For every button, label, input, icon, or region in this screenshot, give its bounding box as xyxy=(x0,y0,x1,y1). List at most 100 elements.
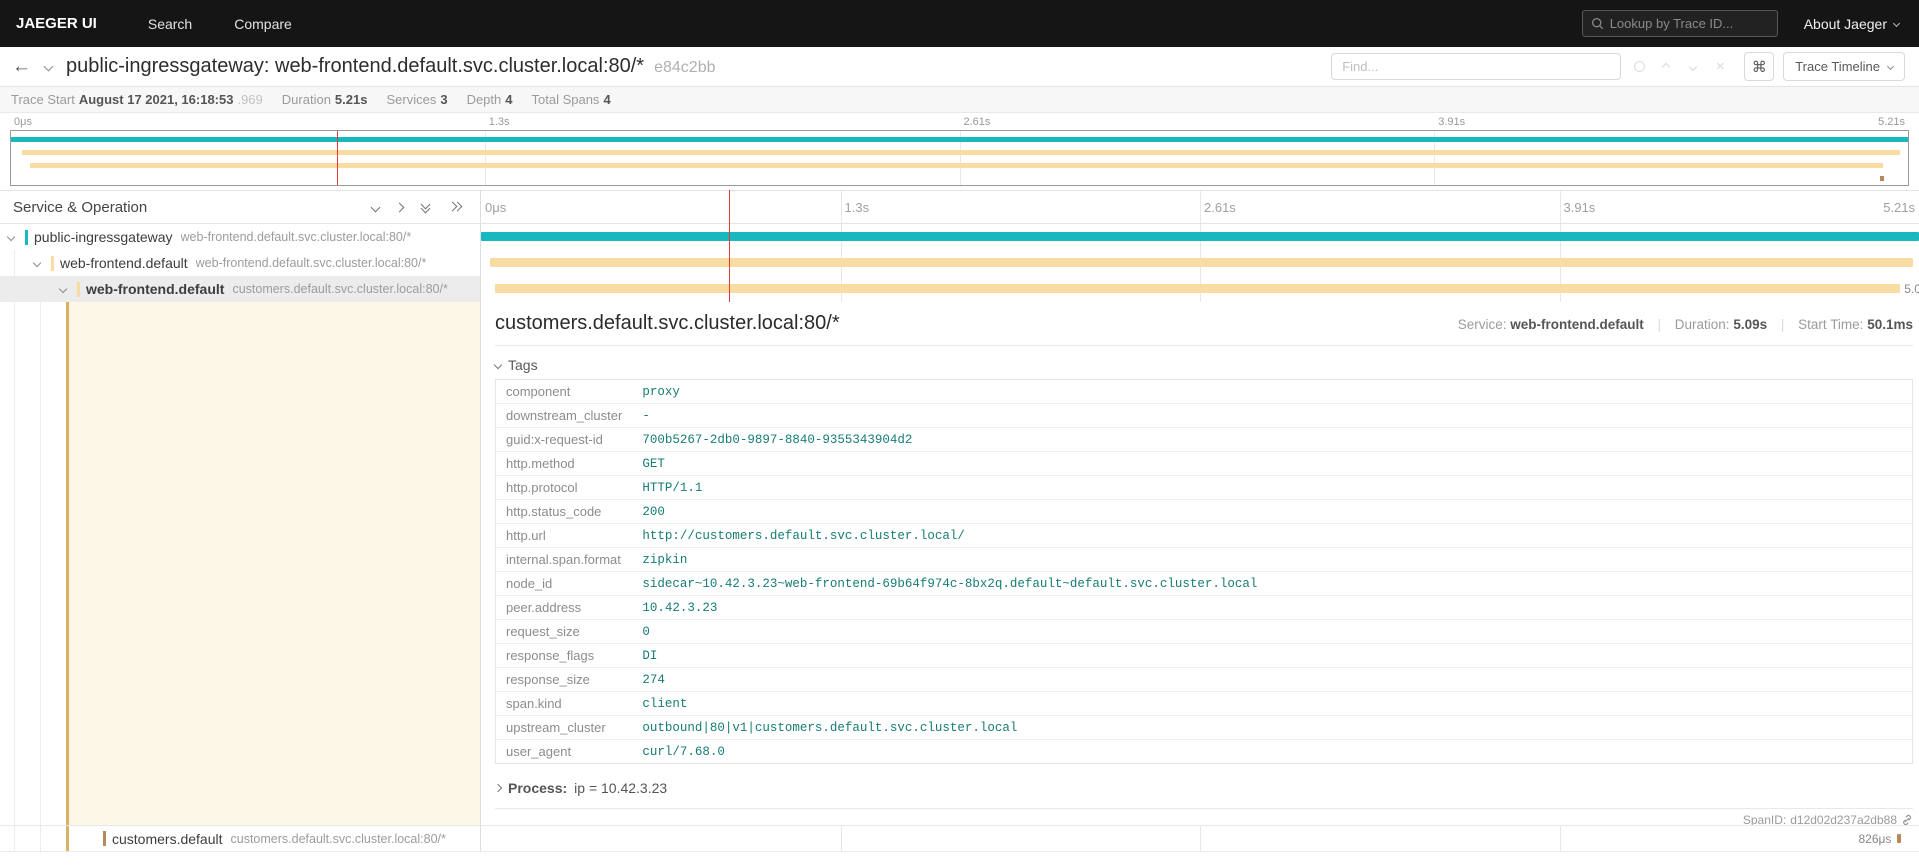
expand-one-button[interactable] xyxy=(370,202,381,212)
tag-key: internal.span.format xyxy=(495,547,633,572)
span-duration-bar[interactable] xyxy=(495,284,1901,293)
chevron-down-icon xyxy=(370,202,381,212)
process-accordion-header[interactable]: Process: ip = 10.42.3.23 xyxy=(493,776,1913,800)
tag-key: node_id xyxy=(495,571,633,596)
total-spans-item: Total Spans 4 xyxy=(531,92,611,107)
span-operation-name: web-frontend.default.svc.cluster.local:8… xyxy=(195,256,427,270)
tag-value: 10.42.3.23 xyxy=(632,595,1913,620)
timeline-header-row: Service & Operation 0μs 1.3s 2.61s 3.91s 5.2… xyxy=(0,190,1919,224)
tag-value: 200 xyxy=(632,499,1913,524)
find-status-icon xyxy=(1630,58,1648,76)
deep-link-icon[interactable] xyxy=(1901,814,1913,825)
collapse-one-button[interactable] xyxy=(394,202,405,212)
trace-start-item: Trace Start August 17 2021, 16:18:53.969 xyxy=(11,92,263,107)
span-row[interactable]: web-frontend.default customers.default.sv… xyxy=(0,276,1919,302)
tag-row: http.method GET xyxy=(495,451,1913,476)
span-duration-bar[interactable] xyxy=(489,258,1914,267)
tag-value: outbound|80|v1|customers.default.svc.clu… xyxy=(632,715,1913,740)
indent-guide xyxy=(66,826,69,851)
span-service-name: web-frontend.default xyxy=(60,255,188,271)
nav-item-compare[interactable]: Compare xyxy=(213,0,313,47)
tag-key: peer.address xyxy=(495,595,633,620)
tag-value: - xyxy=(632,403,1913,428)
tag-key: http.method xyxy=(495,451,633,476)
indent-guide xyxy=(14,826,15,851)
trace-timeline-viewer: Service & Operation 0μs 1.3s 2.61s 3.91s 5.2… xyxy=(0,190,1919,852)
minimap-canvas[interactable] xyxy=(10,130,1909,186)
tag-key: component xyxy=(495,379,633,404)
span-detail-title: customers.default.svc.cluster.local:80/* xyxy=(495,312,840,334)
trace-page-header: ← public-ingressgateway: web-frontend.de… xyxy=(0,47,1919,87)
span-service-name: public-ingressgateway xyxy=(34,229,173,245)
minimap-span-bar xyxy=(29,163,1884,168)
span-row[interactable]: web-frontend.default web-frontend.default… xyxy=(0,250,1919,276)
trace-view-dropdown[interactable]: Trace Timeline xyxy=(1783,52,1905,81)
span-row[interactable]: public-ingressgateway web-frontend.defaul… xyxy=(0,224,1919,250)
keyboard-shortcuts-button[interactable]: ⌘ xyxy=(1744,52,1775,81)
tag-key: guid:x-request-id xyxy=(495,427,633,452)
minimap-span-bar xyxy=(22,150,1901,155)
about-jaeger-menu[interactable]: About Jaeger xyxy=(1804,16,1901,32)
span-detail-meta: Service: web-frontend.default | Duration… xyxy=(1457,317,1913,332)
top-nav: JAEGER UI Search Compare About Jaeger xyxy=(0,0,1919,47)
trace-lookup-input[interactable] xyxy=(1609,16,1769,31)
tag-row: http.status_code 200 xyxy=(495,499,1913,524)
services-item: Services 3 xyxy=(386,92,448,107)
time-tick-label: 2.61s xyxy=(963,116,991,128)
span-duration-bar[interactable] xyxy=(1897,834,1902,843)
depth-item: Depth 4 xyxy=(466,92,513,107)
nav-item-search[interactable]: Search xyxy=(127,0,213,47)
tag-value: sidecar~10.42.3.23~web-frontend-69b64f97… xyxy=(632,571,1913,596)
tag-row: peer.address 10.42.3.23 xyxy=(495,595,1913,620)
tag-value: proxy xyxy=(632,379,1913,404)
tag-value: 0 xyxy=(632,619,1913,644)
tag-key: response_size xyxy=(495,667,633,692)
search-icon xyxy=(1591,17,1603,30)
chevron-down-icon xyxy=(1892,19,1901,28)
expand-all-button[interactable] xyxy=(420,199,432,214)
tag-row: response_flags DI xyxy=(495,643,1913,668)
trace-lookup-box[interactable] xyxy=(1581,10,1778,37)
timeline-ruler[interactable]: 0μs 1.3s 2.61s 3.91s 5.21s xyxy=(481,191,1919,223)
tag-key: http.protocol xyxy=(495,475,633,500)
minimap-span-bar xyxy=(11,137,1908,142)
time-tick-label: 3.91s xyxy=(1563,200,1596,215)
tag-key: http.url xyxy=(495,523,633,548)
collapse-all-button[interactable] xyxy=(447,201,463,213)
trace-title: public-ingressgateway: web-frontend.defa… xyxy=(66,55,716,77)
find-clear-button[interactable]: × xyxy=(1711,58,1729,76)
back-button[interactable]: ← xyxy=(12,57,31,76)
row-caret-icon[interactable] xyxy=(6,232,21,242)
timeline-cursor-line xyxy=(729,190,730,302)
tag-value: 700b5267-2db0-9897-8840-9355343904d2 xyxy=(632,427,1913,452)
span-row[interactable]: customers.default customers.default.svc.c… xyxy=(0,826,1919,852)
chevron-down-icon xyxy=(43,61,54,72)
chevron-down-icon xyxy=(1688,62,1698,71)
tag-row: node_id sidecar~10.42.3.23~web-frontend-6… xyxy=(495,571,1913,596)
indent-guide xyxy=(40,302,41,825)
tag-value: GET xyxy=(632,451,1913,476)
tag-row: http.protocol HTTP/1.1 xyxy=(495,475,1913,500)
find-input[interactable] xyxy=(1331,53,1622,80)
span-duration-bar[interactable] xyxy=(481,232,1919,241)
tag-key: request_size xyxy=(495,619,633,644)
row-caret-icon[interactable] xyxy=(32,258,47,268)
span-detail-panel: customers.default.svc.cluster.local:80/*… xyxy=(481,302,1919,825)
tag-key: span.kind xyxy=(495,691,633,716)
span-service-name: customers.default xyxy=(112,830,223,847)
indent-guide xyxy=(40,276,41,302)
find-next-button[interactable] xyxy=(1684,58,1702,76)
span-id-value: d12d02d237a2db88 xyxy=(1790,813,1897,825)
header-collapse-toggle[interactable] xyxy=(43,61,54,72)
find-prev-button[interactable] xyxy=(1657,58,1675,76)
service-color-strip xyxy=(25,229,28,245)
row-caret-icon[interactable] xyxy=(58,284,73,294)
time-tick-label: 0μs xyxy=(485,200,507,215)
tag-key: upstream_cluster xyxy=(495,715,633,740)
duration-item: Duration 5.21s xyxy=(281,92,368,107)
chevron-up-icon xyxy=(1661,62,1671,71)
tag-row: upstream_cluster outbound|80|v1|customers… xyxy=(495,715,1913,740)
chevron-right-icon xyxy=(493,783,503,793)
tags-accordion-header[interactable]: Tags xyxy=(493,354,1913,376)
service-color-strip xyxy=(77,281,80,297)
